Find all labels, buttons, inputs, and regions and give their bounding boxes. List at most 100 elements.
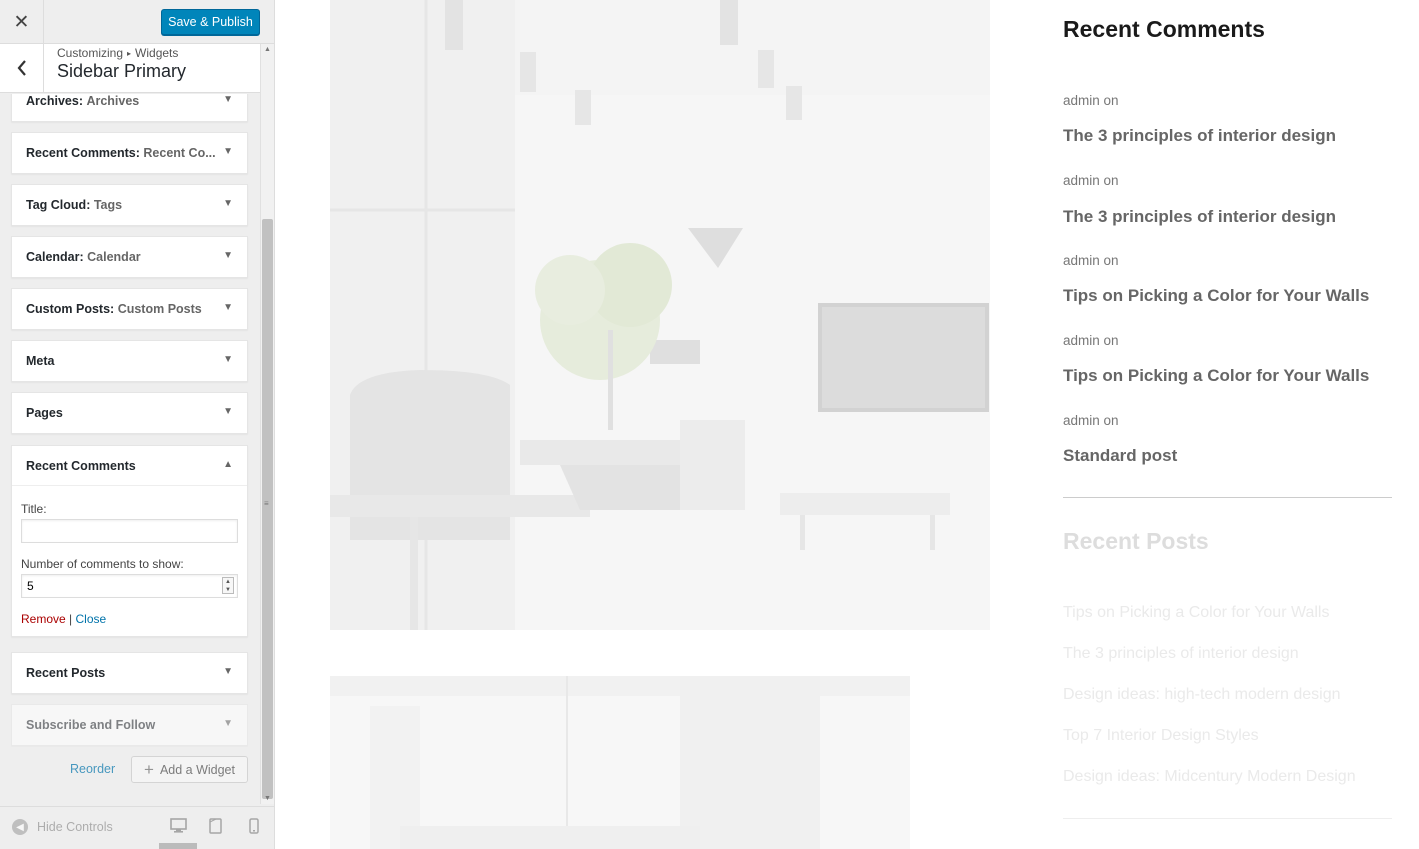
widget-form: Title: Number of comments to show: ▲▼ Re… <box>12 486 247 636</box>
comment-meta: admin on <box>1063 413 1119 428</box>
widget-recent-posts[interactable]: Recent Posts ▼ <box>11 652 248 694</box>
hide-controls-button[interactable]: ◀ Hide Controls <box>12 819 113 835</box>
back-button[interactable] <box>0 44 44 92</box>
close-link[interactable]: Close <box>76 612 107 626</box>
reorder-link[interactable]: Reorder <box>70 762 115 776</box>
caret-down-icon: ▼ <box>223 250 233 261</box>
widget-colon: : <box>79 250 88 264</box>
widget-name: Subscribe and Follow <box>26 718 156 732</box>
widget-title: Archives <box>86 94 140 108</box>
widget-custom-posts[interactable]: Custom Posts: Custom Posts ▼ <box>11 288 248 330</box>
customizer-footer: ◀ Hide Controls <box>0 806 274 849</box>
interior-photo <box>330 0 990 630</box>
hide-controls-label: Hide Controls <box>37 820 113 834</box>
scrollbar-thumb[interactable]: ≡ <box>262 219 273 799</box>
widget-header[interactable]: Recent Comments: Recent Co... ▼ <box>12 133 247 173</box>
scroll-up-icon[interactable]: ▲ <box>264 46 271 53</box>
divider <box>1063 818 1392 819</box>
scroll-down-icon[interactable]: ▼ <box>264 795 271 802</box>
widget-recent-comments-open[interactable]: Recent Comments ▲ Title: Number of comme… <box>11 445 248 637</box>
arrow-left-circle-icon: ◀ <box>12 819 28 835</box>
add-widget-label: Add a Widget <box>159 762 235 777</box>
caret-up-icon: ▲ <box>223 459 233 470</box>
widget-title: Tags <box>93 198 123 212</box>
widget-header[interactable]: Recent Posts ▼ <box>12 653 247 693</box>
widget-colon: : <box>86 198 94 212</box>
breadcrumb: Customizing ▸ Widgets <box>57 46 178 60</box>
widget-meta[interactable]: Meta ▼ <box>11 340 248 382</box>
tablet-preview-icon[interactable] <box>209 818 222 834</box>
widget-header[interactable]: Recent Comments ▲ <box>12 446 247 486</box>
breadcrumb-item: Widgets <box>135 46 179 60</box>
widget-archives[interactable]: Archives: Archives ▼ <box>11 94 248 122</box>
active-device-indicator <box>159 843 197 849</box>
widget-title: Recent Co... <box>143 146 216 160</box>
breadcrumb-separator-icon: ▸ <box>127 49 132 58</box>
recent-post-link[interactable]: Tips on Picking a Color for Your Walls <box>1063 604 1329 622</box>
breadcrumb-item: Customizing <box>57 46 124 60</box>
recent-post-link[interactable]: Design ideas: Midcentury Modern Design <box>1063 768 1356 786</box>
widget-subscribe-follow[interactable]: Subscribe and Follow ▼ <box>11 704 248 746</box>
widget-header[interactable]: Subscribe and Follow ▼ <box>12 705 247 745</box>
caret-down-icon: ▼ <box>223 406 233 417</box>
widget-title: Custom Posts <box>117 302 202 316</box>
number-spinner[interactable]: ▲ ▼ <box>222 577 234 594</box>
comment-post-link[interactable]: Tips on Picking a Color for Your Walls <box>1063 366 1369 386</box>
comment-post-link[interactable]: The 3 principles of interior design <box>1063 207 1336 227</box>
caret-down-icon: ▼ <box>223 94 233 105</box>
recent-post-link[interactable]: Top 7 Interior Design Styles <box>1063 727 1259 745</box>
widget-name: Recent Comments <box>26 146 136 160</box>
widget-header[interactable]: Custom Posts: Custom Posts ▼ <box>12 289 247 329</box>
comment-meta: admin on <box>1063 173 1119 188</box>
remove-link[interactable]: Remove <box>21 612 66 626</box>
number-field-wrapper: ▲▼ <box>21 574 238 598</box>
action-separator: | <box>69 612 73 626</box>
chevron-left-icon <box>17 60 26 76</box>
recent-posts-heading: Recent Posts <box>1063 528 1209 554</box>
close-icon: ✕ <box>13 11 30 33</box>
widget-tag-cloud[interactable]: Tag Cloud: Tags ▼ <box>11 184 248 226</box>
comment-post-link[interactable]: Standard post <box>1063 446 1177 466</box>
mobile-preview-icon[interactable] <box>249 818 259 834</box>
recent-comments-heading: Recent Comments <box>1063 16 1265 42</box>
comment-post-link[interactable]: The 3 principles of interior design <box>1063 126 1336 146</box>
add-widget-button[interactable]: + Add a Widget <box>131 756 248 783</box>
widget-name: Pages <box>26 406 63 420</box>
widget-header[interactable]: Calendar: Calendar ▼ <box>12 237 247 277</box>
widget-header[interactable]: Archives: Archives ▼ <box>12 94 247 121</box>
widget-colon: : <box>135 146 144 160</box>
number-label: Number of comments to show: <box>21 557 184 571</box>
widget-pages[interactable]: Pages ▼ <box>11 392 248 434</box>
comment-post-link[interactable]: Tips on Picking a Color for Your Walls <box>1063 286 1369 306</box>
section-header: Customizing ▸ Widgets Sidebar Primary <box>0 44 260 93</box>
customizer-panel: ✕ Save & Publish Customizing ▸ Widgets Sid… <box>0 0 275 849</box>
comment-meta: admin on <box>1063 253 1119 268</box>
widget-actions: Remove | Close <box>21 612 238 626</box>
section-title: Sidebar Primary <box>57 61 187 81</box>
widget-name: Recent Comments <box>26 458 136 473</box>
caret-down-icon: ▼ <box>223 666 233 677</box>
widget-calendar[interactable]: Calendar: Calendar ▼ <box>11 236 248 278</box>
widget-header[interactable]: Meta ▼ <box>12 341 247 381</box>
panel-scrollbar[interactable]: ▲ ≡ ▼ <box>260 44 274 804</box>
widget-name: Meta <box>26 354 55 368</box>
number-input[interactable] <box>21 574 238 598</box>
plus-icon: + <box>144 759 154 779</box>
recent-post-link[interactable]: The 3 principles of interior design <box>1063 645 1299 663</box>
widget-recent-comments-1[interactable]: Recent Comments: Recent Co... ▼ <box>11 132 248 174</box>
save-publish-button[interactable]: Save & Publish <box>161 9 260 35</box>
widget-list: Archives: Archives ▼ Recent Comments: Re… <box>0 94 260 800</box>
close-customizer-button[interactable]: ✕ <box>0 0 44 44</box>
customizer-header: ✕ Save & Publish <box>0 0 274 44</box>
widget-title: Calendar <box>87 250 141 264</box>
widget-header[interactable]: Tag Cloud: Tags ▼ <box>12 185 247 225</box>
caret-down-icon: ▼ <box>223 302 233 313</box>
recent-post-link[interactable]: Design ideas: high-tech modern design <box>1063 686 1341 704</box>
desktop-preview-icon[interactable] <box>170 818 187 834</box>
widget-name: Custom Posts <box>26 302 111 316</box>
widget-name: Tag Cloud <box>26 198 87 212</box>
widget-colon: : <box>78 94 87 108</box>
title-input[interactable] <box>21 519 238 543</box>
widget-header[interactable]: Pages ▼ <box>12 393 247 433</box>
caret-down-icon: ▼ <box>223 718 233 729</box>
